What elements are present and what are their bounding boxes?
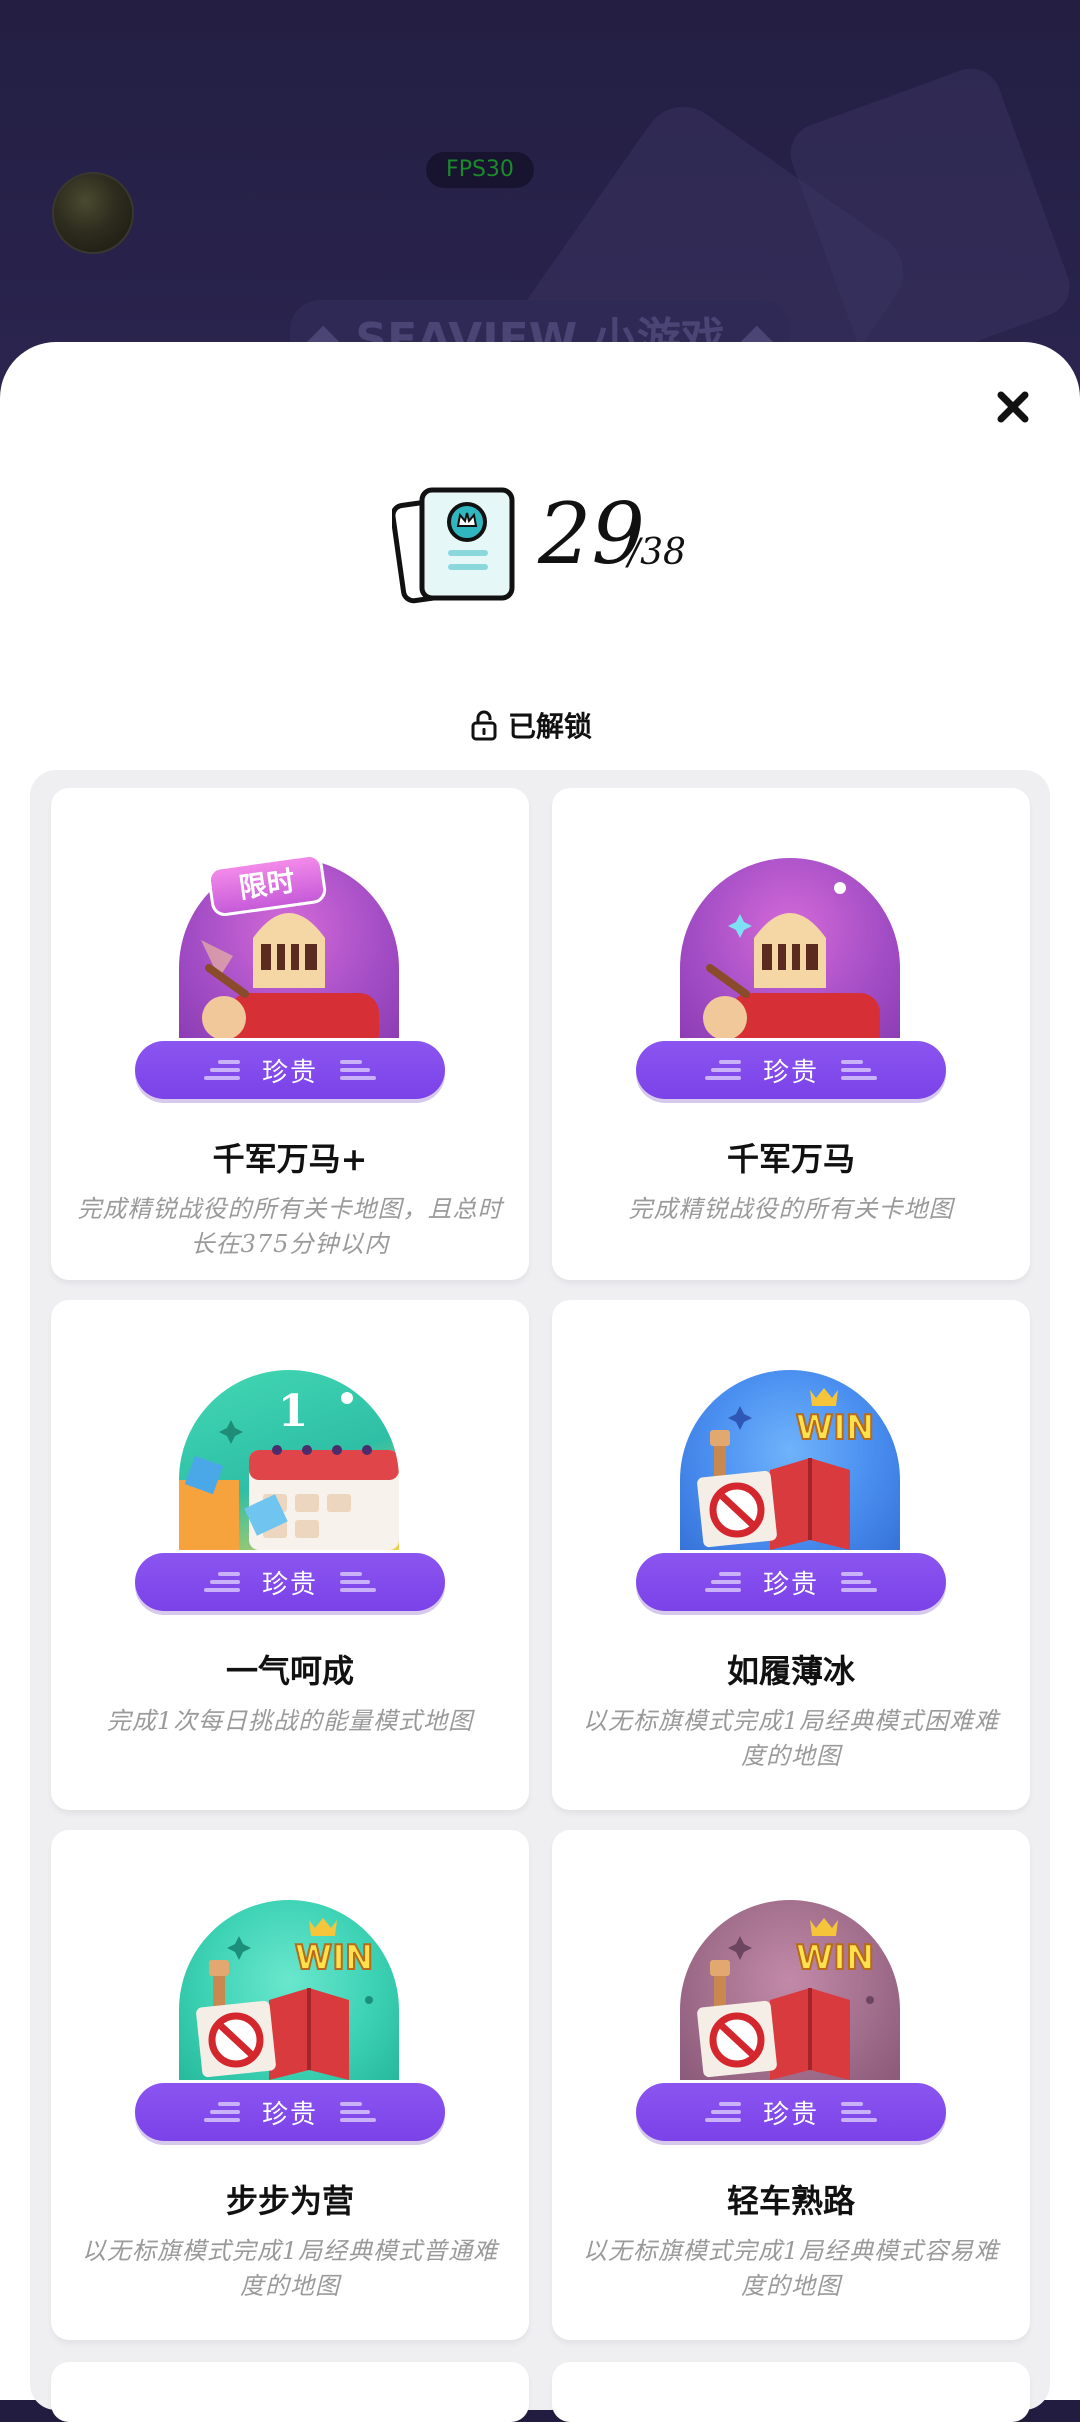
avatar[interactable] bbox=[52, 172, 134, 254]
no-flag-map-icon bbox=[680, 1900, 900, 2080]
rarity-badge: 珍贵 bbox=[135, 2083, 445, 2141]
achievement-card[interactable] bbox=[51, 2362, 529, 2422]
rarity-lines-left bbox=[203, 2097, 244, 2127]
achievement-description: 完成精锐战役的所有关卡地图 bbox=[628, 1195, 954, 1223]
unlock-icon bbox=[471, 710, 497, 741]
unlocked-label: 已解锁 bbox=[508, 710, 593, 743]
badge-win-text: WIN bbox=[795, 1407, 876, 1449]
rarity-lines-left bbox=[704, 2097, 745, 2127]
rarity-lines-right bbox=[837, 1055, 877, 1085]
achievement-card[interactable]: 限时 珍贵 千军万马+ 完成精锐战役的所有关卡地图，且总时长在375分钟以内 bbox=[51, 788, 529, 1280]
no-flag-map-icon bbox=[680, 1370, 900, 1550]
rarity-label: 珍贵 bbox=[762, 1057, 819, 1088]
achievement-card[interactable]: WIN 珍贵 步步为营 以无标旗模式完成1局经典模式普通难度的地图 bbox=[51, 1830, 529, 2340]
achievement-title: 轻车熟路 bbox=[726, 2182, 855, 2220]
total-count: /38 bbox=[628, 532, 686, 573]
achievement-card[interactable]: WIN 珍贵 轻车熟路 以无标旗模式完成1局经典模式容易难度的地图 bbox=[552, 1830, 1030, 2340]
achievement-title: 一气呵成 bbox=[225, 1652, 354, 1690]
rarity-lines-left bbox=[203, 1567, 244, 1597]
achievement-counter: 29 /38 bbox=[392, 484, 712, 614]
rarity-label: 珍贵 bbox=[762, 1569, 819, 1600]
achievement-description: 以无标旗模式完成1局经典模式困难难度的地图 bbox=[582, 1707, 1000, 1770]
rarity-lines-right bbox=[336, 2097, 376, 2127]
rarity-lines-left bbox=[203, 1055, 244, 1085]
achievement-title: 千军万马+ bbox=[212, 1140, 368, 1178]
achievement-title: 千军万马 bbox=[726, 1140, 855, 1178]
rarity-label: 珍贵 bbox=[261, 1569, 318, 1600]
badge-win-text: WIN bbox=[294, 1937, 375, 1979]
no-flag-map-icon bbox=[179, 1900, 399, 2080]
close-button[interactable] bbox=[988, 382, 1038, 432]
knight-helmet-icon bbox=[680, 858, 900, 1038]
rarity-lines-right bbox=[336, 1567, 376, 1597]
rarity-badge: 珍贵 bbox=[135, 1041, 445, 1099]
rarity-badge: 珍贵 bbox=[636, 1041, 946, 1099]
achievement-description: 以无标旗模式完成1局经典模式普通难度的地图 bbox=[81, 2237, 499, 2300]
badge-win-text: WIN bbox=[795, 1937, 876, 1979]
rarity-lines-right bbox=[837, 2097, 877, 2127]
badge-number: 1 bbox=[277, 1386, 309, 1437]
achievement-title: 步步为营 bbox=[225, 2182, 354, 2220]
certificate-icon bbox=[392, 487, 515, 604]
achievement-card[interactable]: WIN 珍贵 如履薄冰 以无标旗模式完成1局经典模式困难难度的地图 bbox=[552, 1300, 1030, 1810]
rarity-lines-right bbox=[336, 1055, 376, 1085]
achievement-description: 完成1次每日挑战的能量模式地图 bbox=[106, 1707, 474, 1735]
rarity-label: 珍贵 bbox=[762, 2099, 819, 2130]
rarity-label: 珍贵 bbox=[261, 2099, 318, 2130]
achievement-title: 如履薄冰 bbox=[726, 1652, 855, 1690]
achievement-card[interactable]: 1 珍贵 一气呵成 完成1次每日挑战的能量模式地图 bbox=[51, 1300, 529, 1810]
achievement-card[interactable]: 珍贵 千军万马 完成精锐战役的所有关卡地图 bbox=[552, 788, 1030, 1280]
rarity-label: 珍贵 bbox=[261, 1057, 318, 1088]
achievement-card[interactable] bbox=[552, 2362, 1030, 2422]
achievement-description: 完成精锐战役的所有关卡地图，且总时长在375分钟以内 bbox=[77, 1195, 503, 1258]
unlocked-section-header: 已解锁 bbox=[470, 705, 592, 745]
rarity-badge: 珍贵 bbox=[636, 1553, 946, 1611]
rarity-badge: 珍贵 bbox=[636, 2083, 946, 2141]
achievement-description: 以无标旗模式完成1局经典模式容易难度的地图 bbox=[582, 2237, 1000, 2300]
rarity-lines-right bbox=[837, 1567, 877, 1597]
close-icon bbox=[997, 391, 1029, 423]
rarity-lines-left bbox=[704, 1567, 745, 1597]
rarity-badge: 珍贵 bbox=[135, 1553, 445, 1611]
rarity-lines-left bbox=[704, 1055, 745, 1085]
fps-indicator: FPS30 bbox=[426, 152, 534, 188]
